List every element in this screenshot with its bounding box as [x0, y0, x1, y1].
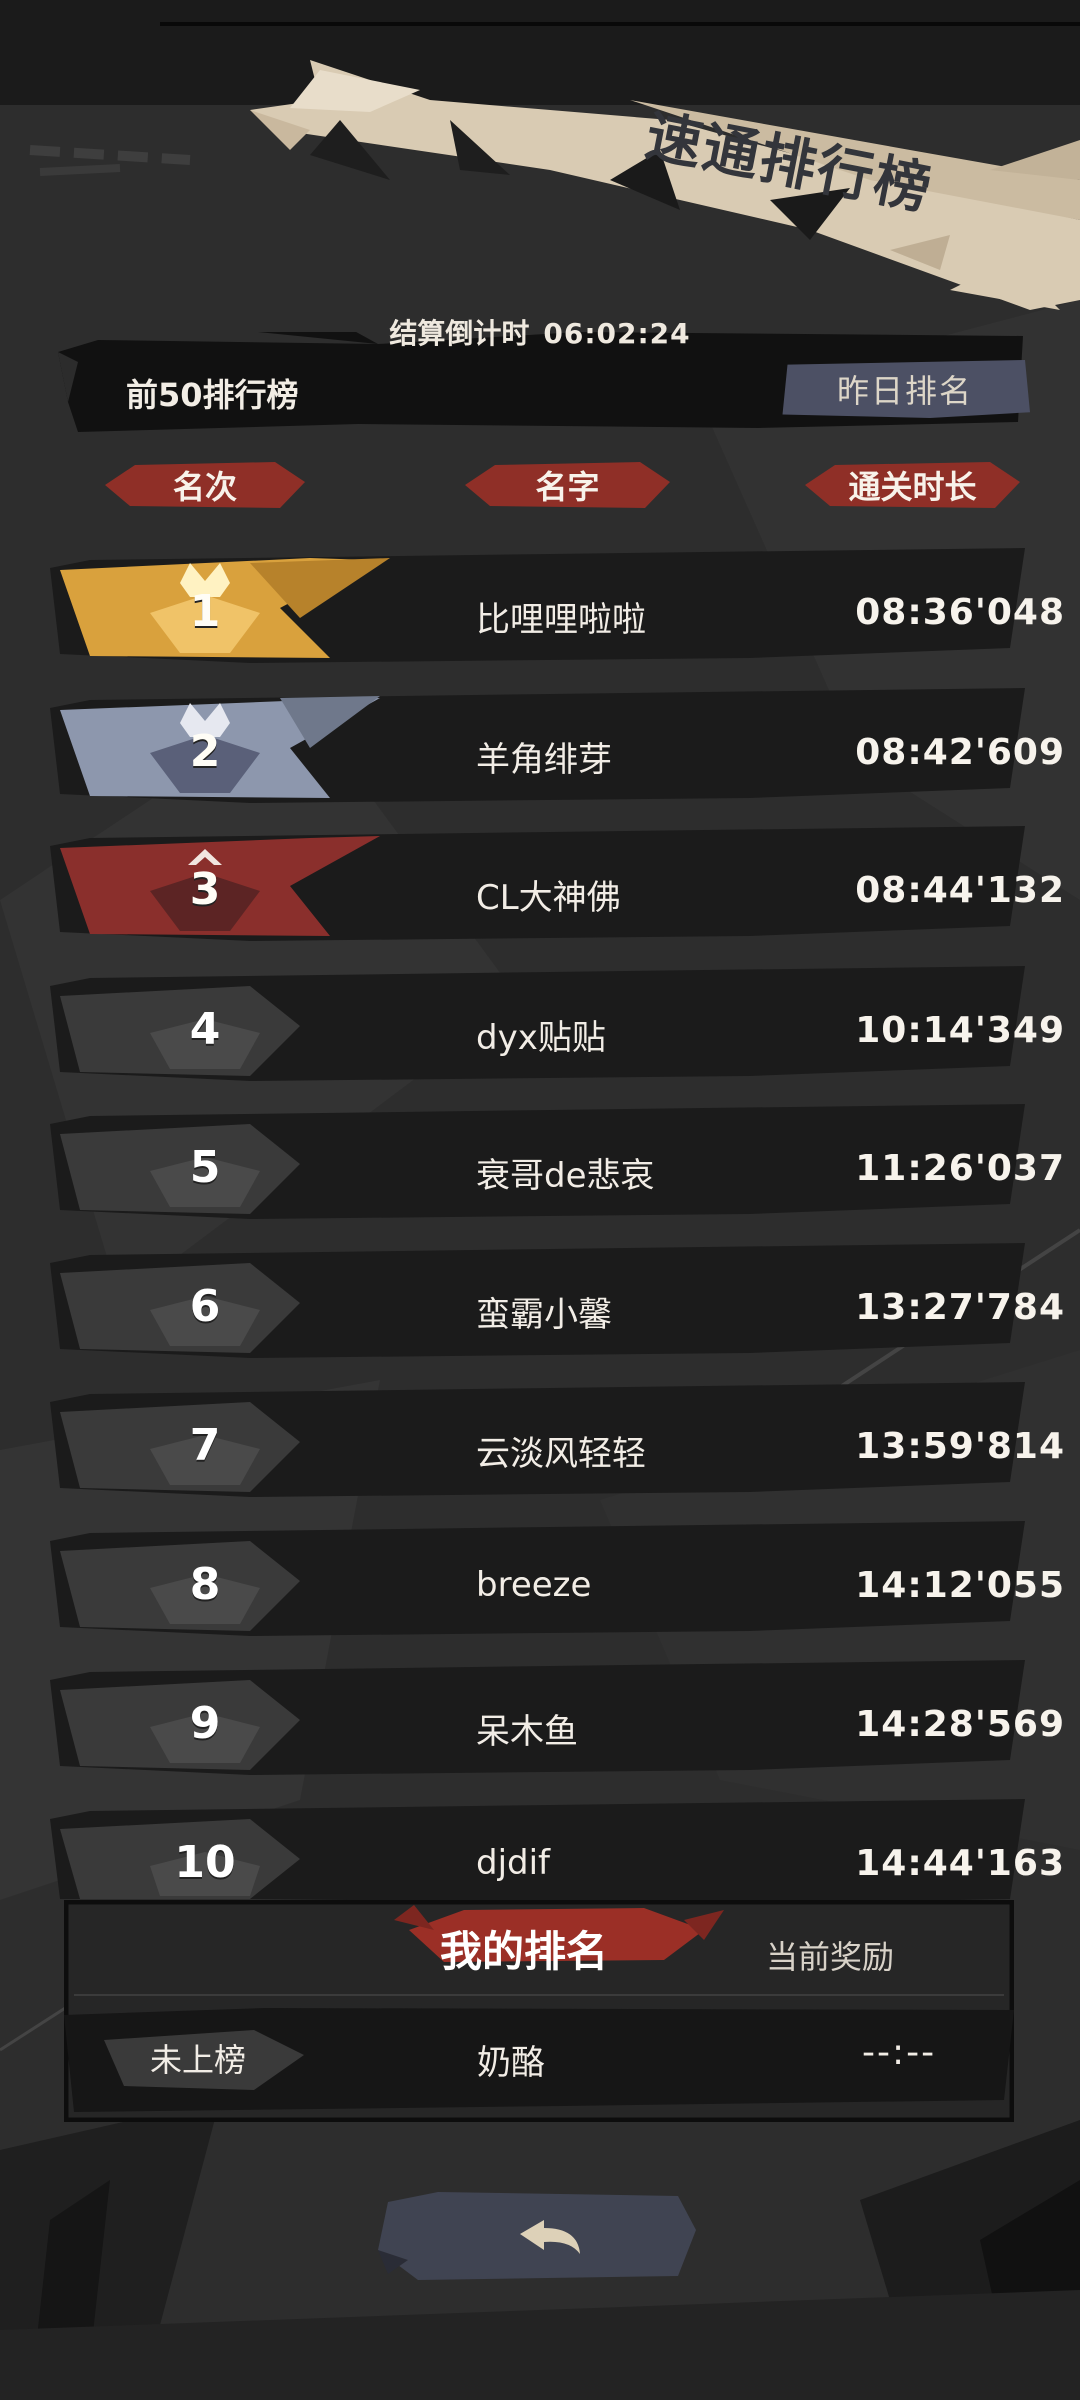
rank-number: 2 — [189, 726, 221, 777]
leaderboard-row[interactable]: 6 蛮霸小馨 13:27'784 — [50, 1243, 1064, 1358]
leaderboard-row[interactable]: 10 djdif 14:44'163 — [50, 1799, 1064, 1904]
leaderboard-row[interactable]: 9 呆木鱼 14:28'569 — [50, 1660, 1064, 1775]
settlement-countdown: 结算倒计时 06:02:24 — [0, 312, 1080, 352]
clear-time: 14:44'163 — [855, 1843, 1065, 1884]
leaderboard-row[interactable]: 7 云淡风轻轻 13:59'814 — [50, 1382, 1064, 1497]
player-name: 蛮霸小馨 — [476, 1295, 612, 1335]
clear-time: 10:14'349 — [855, 1010, 1065, 1051]
leaderboard-row[interactable]: 2 羊角绯芽 08:42'609 — [50, 688, 1064, 803]
back-button[interactable] — [378, 2190, 696, 2280]
clear-time: 08:36'048 — [855, 592, 1065, 633]
rank-number: 4 — [189, 1004, 221, 1055]
player-name: dyx贴贴 — [476, 1018, 606, 1058]
my-rank-status: 未上榜 — [150, 2041, 247, 2079]
top-divider — [160, 22, 1080, 26]
current-reward-label[interactable]: 当前奖励 — [766, 1932, 894, 1978]
my-rank-title: 我的排名 — [440, 1927, 609, 1976]
rank-number: 3 — [189, 864, 221, 915]
countdown-label: 结算倒计时 — [389, 317, 530, 350]
countdown-time: 06:02:24 — [543, 317, 691, 350]
rank-number: 7 — [189, 1420, 221, 1471]
my-clear-time: --:-- — [862, 2032, 937, 2073]
rank-number: 9 — [189, 1698, 221, 1749]
player-name: 比哩哩啦啦 — [476, 600, 646, 640]
rank-number: 1 — [189, 586, 221, 637]
clear-time: 14:12'055 — [855, 1565, 1065, 1606]
leaderboard-row[interactable]: 4 dyx贴贴 10:14'349 — [50, 966, 1064, 1081]
column-header-rank: 名次 — [105, 460, 305, 510]
clear-time: 11:26'037 — [855, 1148, 1065, 1189]
clear-time: 13:27'784 — [855, 1287, 1065, 1328]
clear-time: 14:28'569 — [855, 1704, 1065, 1745]
clear-time: 08:42'609 — [855, 732, 1065, 773]
rank-number: 5 — [189, 1142, 221, 1193]
leaderboard-row[interactable]: 5 衰哥de悲哀 11:26'037 — [50, 1104, 1064, 1219]
my-player-name: 奶酪 — [477, 2043, 545, 2083]
rank-number: 10 — [174, 1837, 236, 1888]
player-name: 羊角绯芽 — [476, 740, 612, 780]
player-name: 云淡风轻轻 — [476, 1434, 646, 1474]
leaderboard-row[interactable]: 8 breeze 14:12'055 — [50, 1521, 1064, 1636]
player-name: 呆木鱼 — [476, 1712, 578, 1752]
column-header-time: 通关时长 — [805, 460, 1020, 510]
rank-number: 8 — [189, 1559, 221, 1610]
column-header-name: 名字 — [465, 460, 670, 510]
top50-label: 前50排行榜 — [126, 376, 299, 414]
column-header-name-label: 名字 — [535, 468, 600, 506]
column-header-time-label: 通关时长 — [848, 468, 977, 506]
player-name: CL大神佛 — [476, 878, 621, 918]
leaderboard-row[interactable]: 1 比哩哩啦啦 08:36'048 — [50, 548, 1064, 663]
player-name: 衰哥de悲哀 — [476, 1156, 655, 1196]
player-name: breeze — [476, 1565, 592, 1605]
yesterday-ranking-button[interactable]: 昨日排名 — [782, 360, 1030, 418]
leaderboard-row[interactable]: 3 CL大神佛 08:44'132 — [50, 826, 1064, 941]
player-name: djdif — [476, 1843, 551, 1883]
clear-time: 08:44'132 — [855, 870, 1065, 911]
yesterday-ranking-label: 昨日排名 — [836, 372, 973, 410]
column-header-rank-label: 名次 — [172, 468, 237, 506]
clear-time: 13:59'814 — [855, 1426, 1065, 1467]
rank-number: 6 — [189, 1281, 221, 1332]
